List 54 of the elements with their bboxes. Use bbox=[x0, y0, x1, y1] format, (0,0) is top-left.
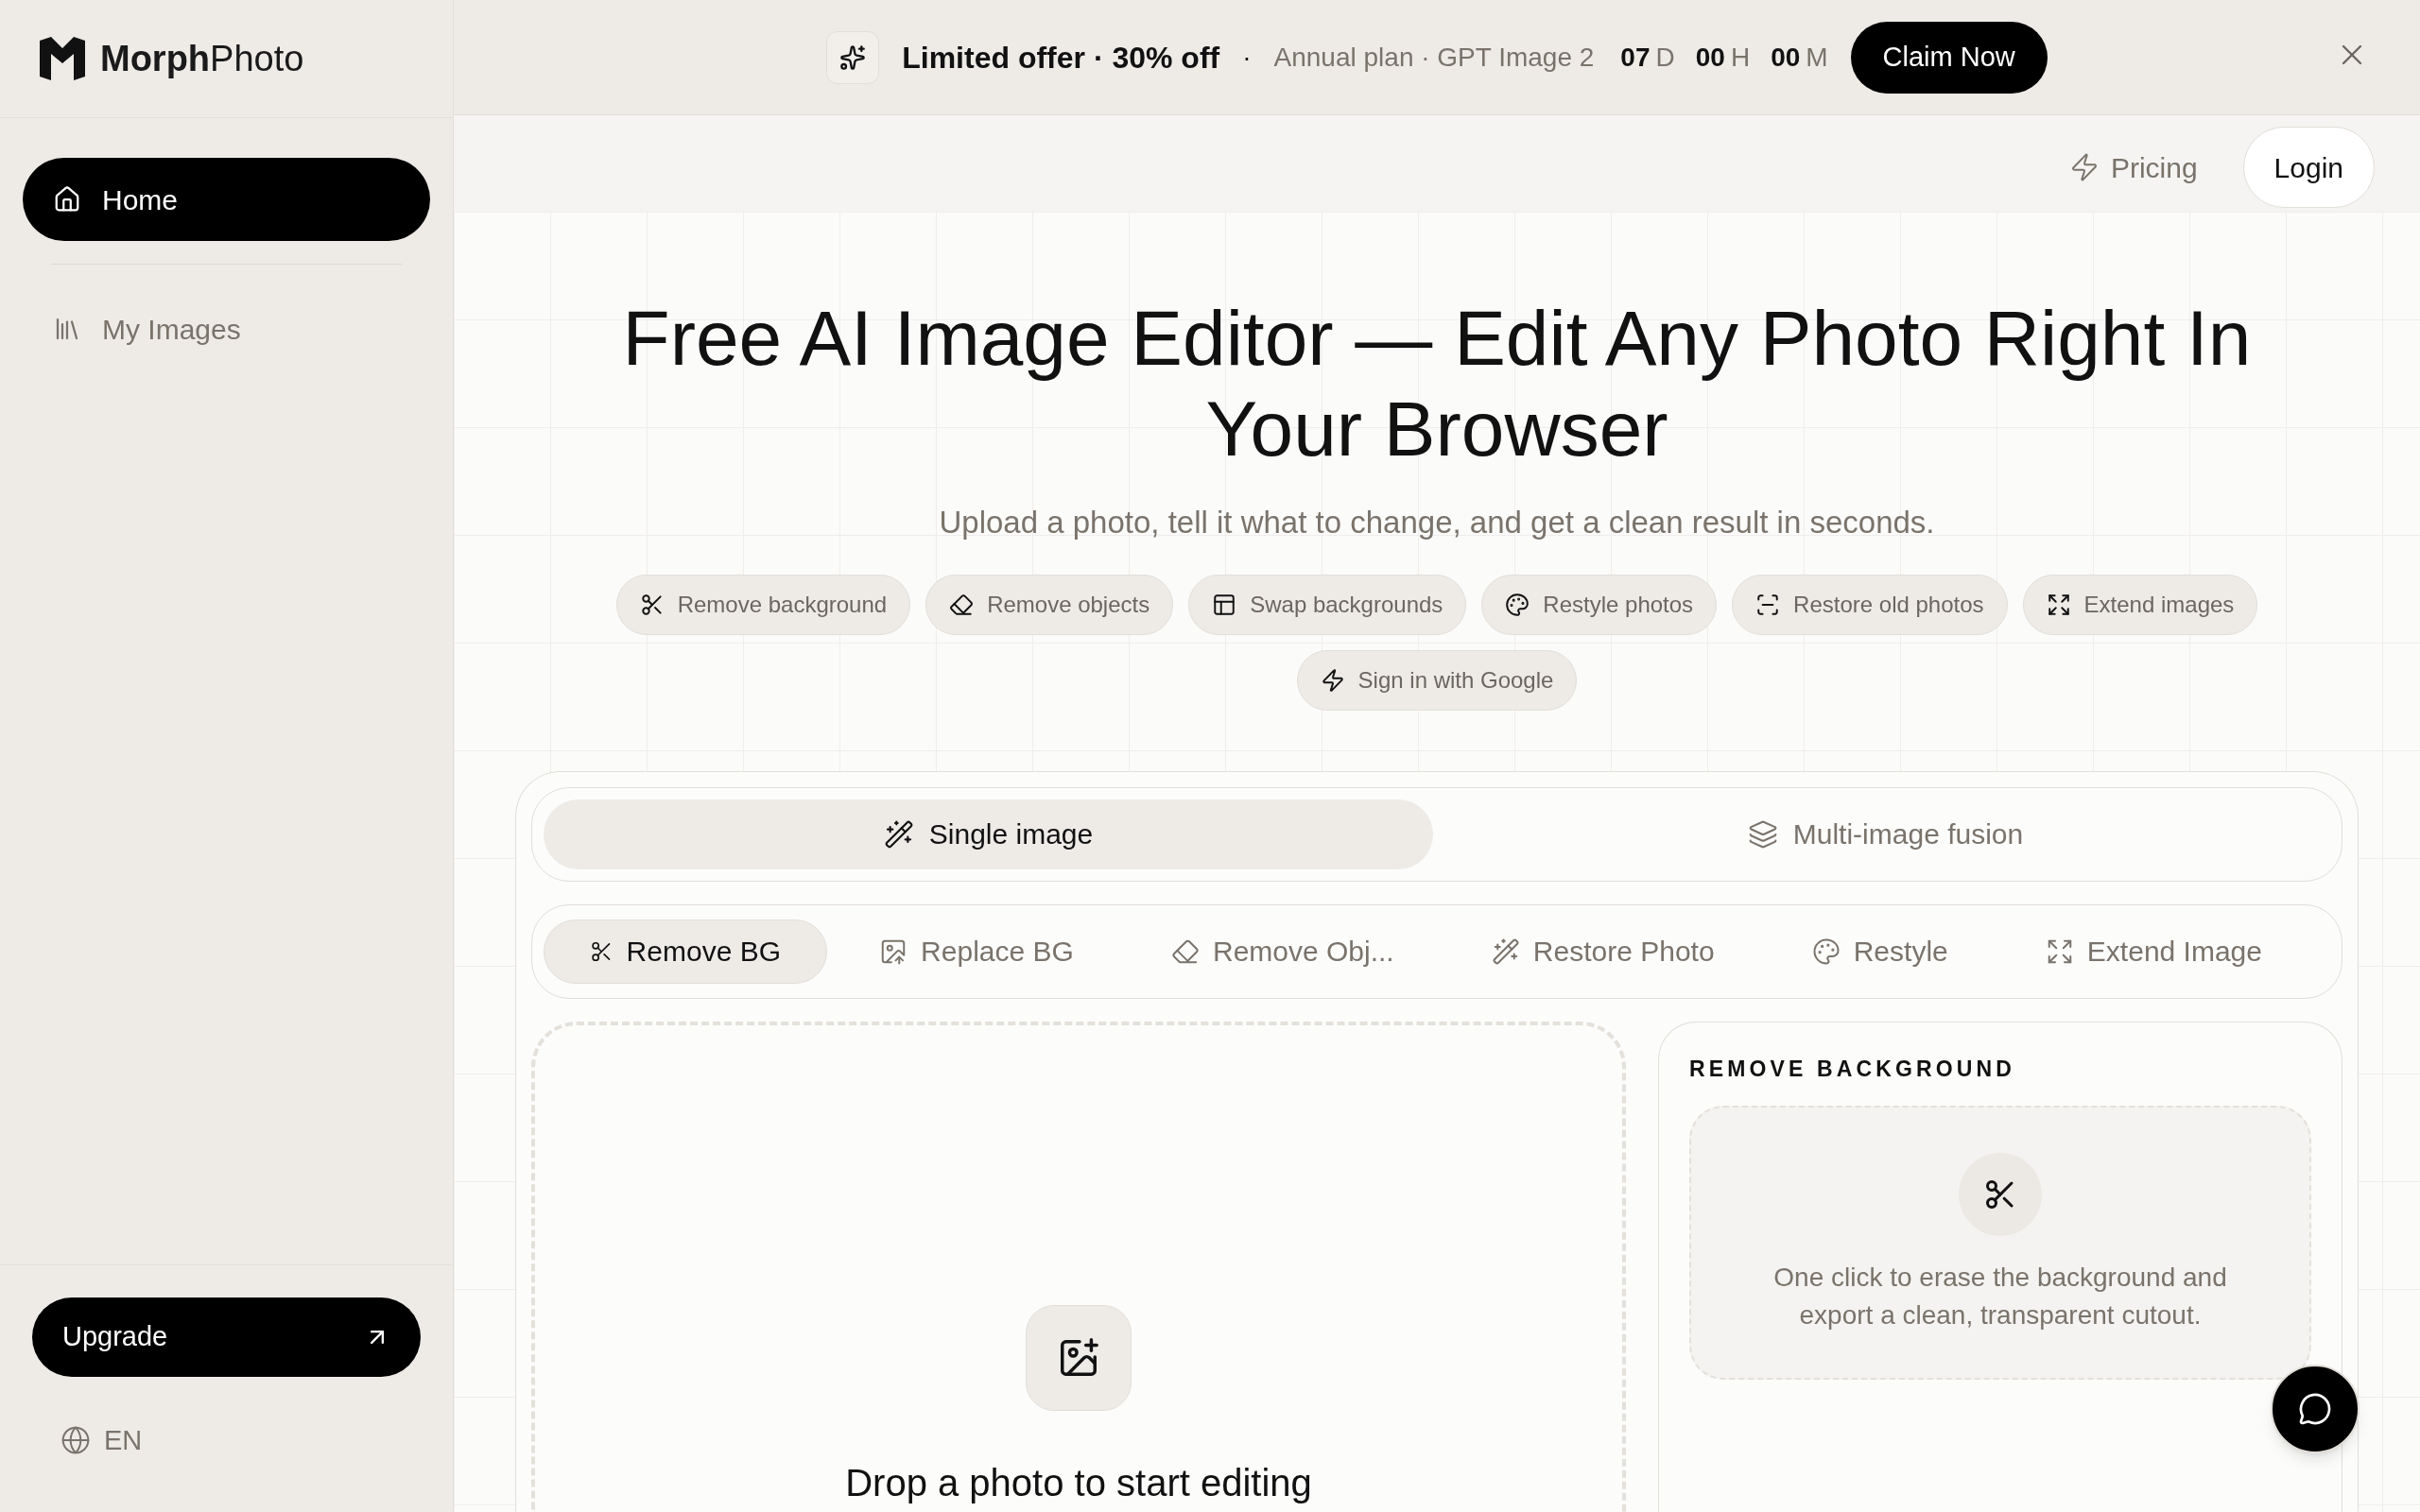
login-button[interactable]: Login bbox=[2242, 127, 2375, 208]
countdown-unit: D bbox=[1655, 41, 1675, 74]
page-subtitle: Upload a photo, tell it what to change, and get a clean result in seconds. bbox=[939, 504, 1935, 541]
scissors-icon bbox=[639, 592, 665, 617]
feature-chip[interactable]: Restore old photos bbox=[1732, 574, 2008, 635]
tool-tab[interactable]: Restore Photo bbox=[1445, 919, 1760, 984]
tool-tab[interactable]: Extend Image bbox=[1999, 919, 2308, 984]
feature-chip[interactable]: Extend images bbox=[2022, 574, 2258, 635]
sparkle-icon bbox=[839, 43, 867, 71]
tool-tab[interactable]: Restyle bbox=[1766, 919, 1994, 984]
page-title: Free AI Image Editor — Edit Any Photo Right In Your Browser bbox=[621, 294, 2253, 473]
countdown-value: 00 bbox=[1695, 41, 1725, 74]
home-icon bbox=[53, 185, 81, 214]
globe-icon bbox=[60, 1425, 91, 1456]
eraser-icon bbox=[949, 592, 975, 617]
wand-icon bbox=[883, 818, 914, 850]
countdown-value: 00 bbox=[1771, 41, 1801, 74]
chat-icon bbox=[2298, 1392, 2332, 1426]
language-button[interactable]: EN bbox=[32, 1419, 171, 1461]
separator-text: · bbox=[1242, 41, 1252, 74]
palette-icon bbox=[1811, 936, 1841, 966]
offer-text: Limited offer · 30% off bbox=[902, 39, 1220, 77]
tool-tab[interactable]: Remove Obj... bbox=[1125, 919, 1440, 984]
panel-heading: REMOVE BACKGROUND bbox=[1689, 1055, 2017, 1083]
palette-icon bbox=[1505, 592, 1530, 617]
panel-description: One click to erase the background and export a clean, transparent cutout. bbox=[1772, 1262, 2228, 1332]
mode-tab[interactable]: Single image bbox=[544, 799, 1433, 869]
nav-item[interactable]: Home bbox=[23, 158, 430, 241]
expand-icon bbox=[2046, 592, 2071, 617]
layers-icon bbox=[1747, 818, 1778, 850]
logo-text: MorphPhoto bbox=[100, 37, 304, 80]
logo-icon bbox=[38, 37, 87, 80]
claim-now-button[interactable]: Claim Now bbox=[1850, 21, 2048, 94]
offer-details: Annual plan · GPT Image 2 bbox=[1273, 41, 1595, 74]
drop-zone[interactable]: Drop a photo to start editing bbox=[531, 1021, 1626, 1512]
pricing-link[interactable]: Pricing bbox=[2068, 146, 2198, 189]
scan-icon bbox=[1755, 592, 1781, 617]
drop-zone-title: Drop a photo to start editing bbox=[845, 1460, 1312, 1505]
tool-tab[interactable]: Replace BG bbox=[834, 919, 1119, 984]
tool-tab[interactable]: Remove BG bbox=[544, 919, 827, 984]
countdown-unit: H bbox=[1730, 41, 1751, 74]
nav-item[interactable]: My Images bbox=[23, 287, 430, 370]
feature-chip[interactable]: Restyle photos bbox=[1481, 574, 1718, 635]
google-sign-in-button[interactable]: Sign in with Google bbox=[1296, 649, 1578, 711]
lightning-icon bbox=[1320, 667, 1345, 693]
countdown-value: 07 bbox=[1620, 41, 1651, 74]
upgrade-button[interactable]: Upgrade bbox=[32, 1297, 421, 1377]
wand-icon bbox=[1491, 936, 1520, 966]
feature-chip[interactable]: Remove background bbox=[615, 574, 911, 635]
mode-tab[interactable]: Multi-image fusion bbox=[1441, 799, 2330, 869]
feature-chip[interactable]: Remove objects bbox=[925, 574, 1174, 635]
layout-icon bbox=[1212, 592, 1237, 617]
feature-chip[interactable]: Swap backgrounds bbox=[1188, 574, 1467, 635]
countdown-unit: M bbox=[1806, 41, 1828, 74]
